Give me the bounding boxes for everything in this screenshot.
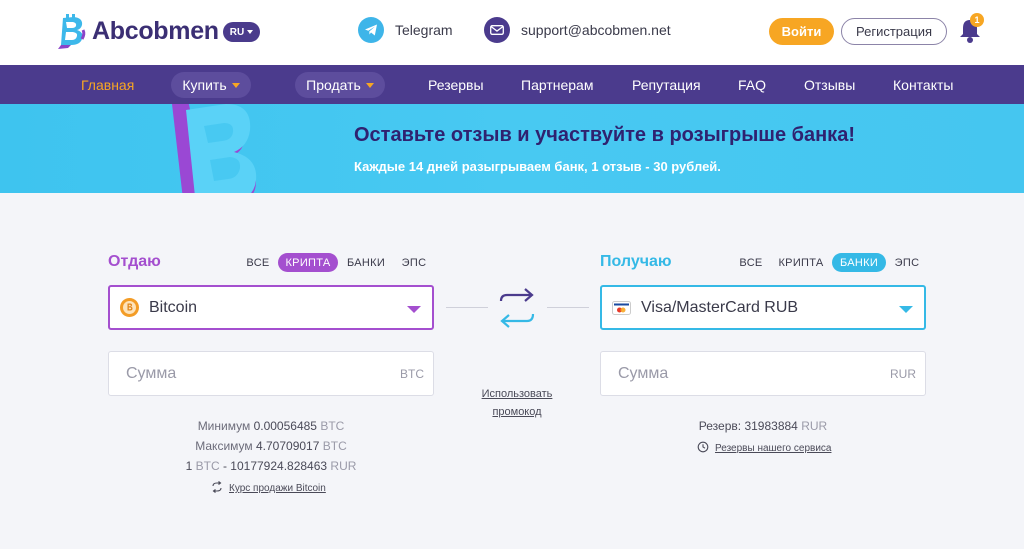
reserve-currency: RUR bbox=[801, 419, 828, 433]
nav-item-buy[interactable]: Купить bbox=[171, 72, 251, 98]
promocode-link[interactable]: Использовать промокод bbox=[469, 385, 565, 421]
notification-badge: 1 bbox=[970, 13, 984, 27]
register-button[interactable]: Регистрация bbox=[841, 18, 947, 45]
nav-item-faq[interactable]: FAQ bbox=[738, 65, 766, 104]
mail-icon bbox=[484, 17, 510, 43]
receive-currency-select[interactable]: Visa/MasterCard RUB bbox=[600, 285, 926, 330]
header: Abcobmen RU Telegram support@abcobmen.ne… bbox=[0, 0, 1024, 65]
chevron-down-icon bbox=[247, 30, 254, 34]
banner-subtitle: Каждые 14 дней разыгрываем банк, 1 отзыв… bbox=[354, 159, 721, 174]
sell-rate-link-label: Курс продажи Bitcoin bbox=[229, 483, 326, 494]
give-selected-currency: Bitcoin bbox=[149, 298, 198, 316]
bitcoin-logo-icon bbox=[52, 12, 90, 50]
nav-item-reputation[interactable]: Репутация bbox=[632, 65, 701, 104]
reserve-label: Резерв: bbox=[698, 419, 742, 433]
nav-item-reviews[interactable]: Отзывы bbox=[804, 65, 855, 104]
give-maximum: Максимум 4.70709017 BTC bbox=[108, 439, 434, 453]
clock-icon bbox=[697, 441, 709, 456]
support-email: support@abcobmen.net bbox=[521, 22, 671, 38]
receive-amount-field[interactable]: RUR bbox=[600, 351, 926, 396]
reserve-value: 31983884 bbox=[744, 419, 798, 433]
swap-icon[interactable] bbox=[497, 286, 537, 335]
give-filter-banks[interactable]: БАНКИ bbox=[342, 253, 390, 272]
give-filter-eps[interactable]: ЭПС bbox=[396, 253, 432, 272]
sell-rate-link[interactable]: Курс продажи Bitcoin bbox=[211, 481, 326, 496]
logo-text: Abcobmen bbox=[92, 16, 219, 45]
telegram-link[interactable]: Telegram bbox=[358, 17, 453, 43]
main-nav: Главная Купить Продать Резервы Партнерам… bbox=[0, 65, 1024, 104]
bitcoin-icon bbox=[120, 298, 139, 317]
maximum-currency: BTC bbox=[322, 439, 347, 453]
receive-selected-currency: Visa/MasterCard RUB bbox=[641, 298, 799, 316]
chevron-down-icon bbox=[365, 82, 374, 88]
receive-amount-input[interactable] bbox=[618, 364, 858, 383]
divider-right bbox=[547, 307, 589, 308]
telegram-icon bbox=[358, 17, 384, 43]
exchange-rate: 1 BTC - 10177924.828463 RUR bbox=[108, 459, 434, 473]
nav-item-partners[interactable]: Партнерам bbox=[521, 65, 593, 104]
promocode-link-line2: промокод bbox=[492, 406, 542, 418]
chevron-down-icon bbox=[231, 82, 240, 88]
receive-amount-currency: RUR bbox=[890, 366, 916, 381]
rate-value: 10177924.828463 bbox=[230, 459, 328, 473]
give-currency-select[interactable]: Bitcoin bbox=[108, 285, 434, 330]
give-minimum: Минимум 0.00056485 BTC bbox=[108, 419, 434, 433]
receive-filter-crypto[interactable]: КРИПТА bbox=[774, 253, 828, 272]
receive-filter-all[interactable]: ВСЕ bbox=[736, 253, 766, 272]
login-button[interactable]: Войти bbox=[769, 18, 834, 45]
banner-title: Оставьте отзыв и участвуйте в розыгрыше … bbox=[354, 124, 855, 146]
logo[interactable]: Abcobmen bbox=[52, 12, 219, 50]
give-amount-input[interactable] bbox=[126, 364, 366, 383]
give-amount-field[interactable]: BTC bbox=[108, 351, 434, 396]
rate-separator: - bbox=[222, 459, 227, 473]
language-label: RU bbox=[229, 26, 245, 38]
service-reserves-link[interactable]: Резервы нашего сервиса bbox=[697, 441, 831, 456]
promocode-link-line1: Использовать bbox=[481, 388, 553, 400]
nav-item-contacts[interactable]: Контакты bbox=[893, 65, 953, 104]
nav-item-sell-label: Продать bbox=[306, 77, 361, 93]
minimum-value: 0.00056485 bbox=[253, 419, 317, 433]
refresh-icon bbox=[211, 481, 223, 496]
give-amount-currency: BTC bbox=[400, 366, 424, 381]
promo-banner[interactable]: Оставьте отзыв и участвуйте в розыгрыше … bbox=[0, 104, 1024, 193]
rate-currency-to: RUR bbox=[330, 459, 357, 473]
visa-mastercard-icon bbox=[612, 300, 631, 315]
chevron-down-icon bbox=[899, 306, 913, 313]
nav-item-sell[interactable]: Продать bbox=[295, 72, 385, 98]
give-label: Отдаю bbox=[108, 253, 161, 270]
receive-label: Получаю bbox=[600, 253, 672, 270]
nav-item-buy-label: Купить bbox=[182, 77, 227, 93]
minimum-currency: BTC bbox=[320, 419, 345, 433]
chevron-down-icon bbox=[407, 306, 421, 313]
give-filter-all[interactable]: ВСЕ bbox=[243, 253, 273, 272]
rate-currency-from: BTC bbox=[195, 459, 220, 473]
service-reserves-link-label: Резервы нашего сервиса bbox=[715, 443, 832, 454]
divider-left bbox=[446, 307, 488, 308]
nav-item-reserves[interactable]: Резервы bbox=[428, 65, 484, 104]
receive-filter-banks[interactable]: БАНКИ bbox=[832, 253, 886, 272]
give-filter-crypto[interactable]: КРИПТА bbox=[278, 253, 338, 272]
receive-filter-eps[interactable]: ЭПС bbox=[891, 253, 923, 272]
minimum-label: Минимум bbox=[197, 419, 251, 433]
maximum-label: Максимум bbox=[195, 439, 253, 453]
bitcoin-banner-icon bbox=[150, 104, 280, 193]
telegram-label: Telegram bbox=[395, 22, 453, 38]
rate-amount: 1 bbox=[185, 459, 193, 473]
receive-reserve: Резерв: 31983884 RUR bbox=[600, 419, 926, 433]
nav-item-home[interactable]: Главная bbox=[81, 65, 134, 104]
maximum-value: 4.70709017 bbox=[256, 439, 320, 453]
language-selector[interactable]: RU bbox=[223, 22, 260, 42]
support-email-link[interactable]: support@abcobmen.net bbox=[484, 17, 671, 43]
